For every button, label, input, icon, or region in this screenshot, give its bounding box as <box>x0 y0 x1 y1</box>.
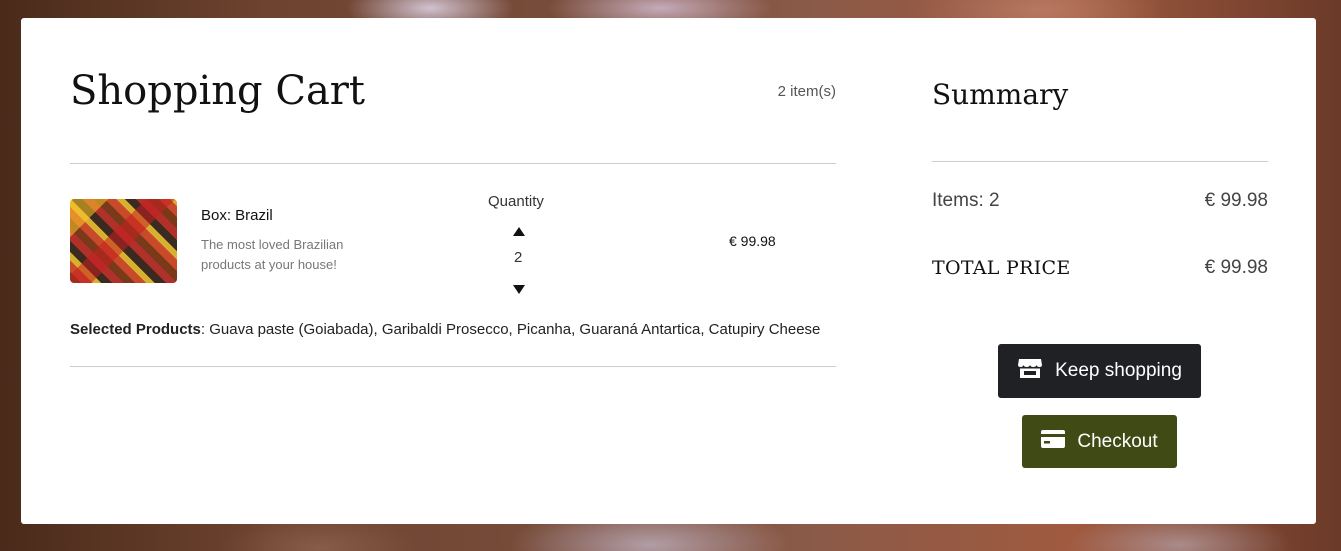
store-icon <box>1017 357 1043 385</box>
total-price-label: TOTAL PRICE <box>932 257 1071 279</box>
item-price: € 99.98 <box>729 233 776 249</box>
triangle-down-icon[interactable] <box>513 285 525 294</box>
total-price-value: € 99.98 <box>1204 257 1268 278</box>
quantity-label: Quantity <box>488 193 544 210</box>
quantity-value: 2 <box>514 249 523 266</box>
summary-items-label: Items: 2 <box>932 190 1000 211</box>
product-description: The most loved Brazilian products at you… <box>201 237 344 272</box>
divider <box>70 366 836 367</box>
checkout-button[interactable]: Checkout <box>1022 415 1177 468</box>
divider <box>70 163 836 164</box>
selected-products-label: Selected Products <box>70 321 201 338</box>
summary-title: Summary <box>932 78 1069 111</box>
selected-products-list: : Guava paste (Goiabada), Garibaldi Pros… <box>200 321 821 338</box>
page-title: Shopping Cart <box>70 68 365 114</box>
product-name[interactable]: Box: Brazil <box>201 207 273 224</box>
item-count: 2 item(s) <box>777 83 836 100</box>
selected-products: Selected Products: Guava paste (Goiabada… <box>70 321 820 338</box>
triangle-up-icon[interactable] <box>513 227 525 236</box>
divider <box>932 161 1268 162</box>
keep-shopping-label: Keep shopping <box>1055 360 1182 381</box>
cart-card: Shopping Cart 2 item(s) Box: Brazil The … <box>21 18 1316 524</box>
keep-shopping-button[interactable]: Keep shopping <box>998 344 1201 398</box>
product-image[interactable] <box>70 199 177 283</box>
summary-items-value: € 99.98 <box>1204 190 1268 211</box>
checkout-label: Checkout <box>1077 430 1158 452</box>
credit-card-icon <box>1041 429 1066 454</box>
